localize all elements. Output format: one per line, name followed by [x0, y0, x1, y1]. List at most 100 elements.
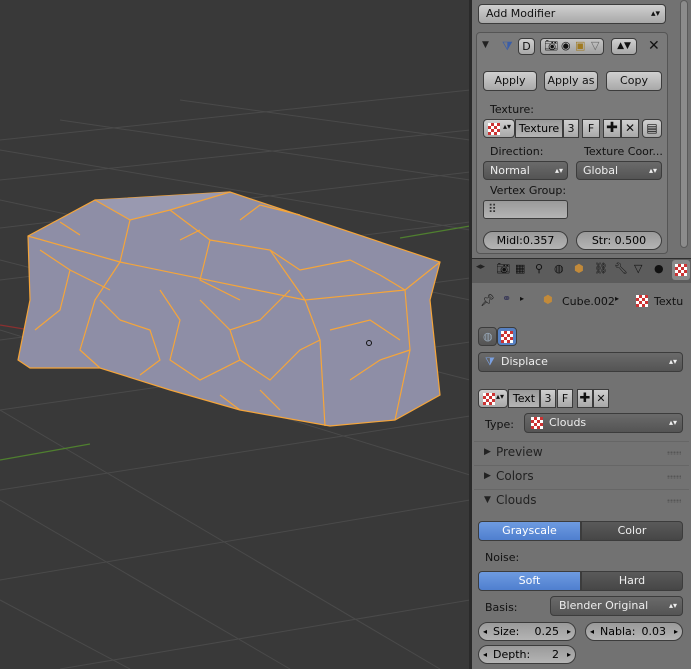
checker-texture-icon	[488, 123, 500, 135]
texture-coords-select[interactable]: Global ▴▾	[576, 161, 662, 180]
depth-field[interactable]: ◂ Depth: 2 ▸	[478, 645, 576, 664]
chevron-updown-icon: ▴▾	[495, 392, 504, 401]
drag-handle-icon[interactable]	[667, 451, 681, 455]
browse-icon[interactable]: ▤	[642, 119, 662, 138]
eye-icon[interactable]: ◉	[561, 39, 571, 52]
d-toggle[interactable]: D	[518, 38, 535, 55]
texture-browse-button[interactable]: ▴▾	[478, 389, 508, 408]
chevron-updown-icon: ▴▾	[668, 601, 677, 610]
chevron-right-icon[interactable]: ▸	[674, 623, 678, 640]
tab-expand-icon[interactable]: ◂▸	[476, 262, 485, 272]
apply-button[interactable]: Apply	[483, 71, 537, 91]
clouds-panel-header[interactable]: ▼ Clouds	[474, 489, 689, 511]
world-icon: ◍	[483, 330, 493, 343]
texture-name-field[interactable]: Text	[508, 389, 540, 408]
link-icon: ⚭	[502, 292, 512, 305]
hard-noise-toggle[interactable]: Hard	[581, 571, 683, 591]
chevron-right-icon[interactable]: ▸	[567, 646, 571, 663]
y-axis-line	[0, 443, 91, 461]
add-modifier-dropdown[interactable]: Add Modifier ▴▾	[478, 4, 666, 24]
fake-user-button[interactable]: F	[582, 119, 600, 138]
camera-icon[interactable]: 📷︎	[544, 39, 558, 52]
modifier-icon: ⧩	[485, 355, 495, 368]
soft-noise-toggle[interactable]: Soft	[478, 571, 581, 591]
move-up-down-icon[interactable]: ▲▼	[611, 38, 637, 55]
texture-name-field[interactable]: Texture	[515, 119, 563, 138]
texture-icon	[675, 264, 687, 276]
fake-user-button[interactable]: F	[557, 389, 573, 408]
drag-handle-icon[interactable]	[667, 475, 681, 479]
modifier-visibility-group: 📷︎ ◉ ▣ ▽	[540, 38, 604, 55]
editmode-icon[interactable]: ▣	[575, 39, 585, 52]
texture-users-count[interactable]: 3	[540, 389, 556, 408]
tab-texture[interactable]	[672, 260, 690, 280]
plus-icon[interactable]: ✚	[603, 119, 621, 138]
colors-heading: Colors	[496, 469, 534, 483]
checker-texture-icon	[483, 393, 495, 405]
noise-heading: Noise:	[485, 551, 520, 564]
pin-icon[interactable]: 📌︎	[480, 293, 495, 307]
direction-select[interactable]: Normal ▴▾	[483, 161, 568, 180]
chevron-updown-icon: ▴▾	[668, 357, 677, 366]
x-icon[interactable]: ✕	[593, 389, 609, 408]
chevron-updown-icon: ▴▾	[648, 166, 657, 175]
basis-label: Basis:	[485, 601, 518, 614]
nabla-field[interactable]: ◂ Nabla: 0.03 ▸	[585, 622, 683, 641]
x-icon[interactable]: ✕	[621, 119, 639, 138]
world-icon[interactable]: ◍	[554, 262, 564, 275]
scene-icon[interactable]: ⚲	[535, 262, 543, 275]
checker-texture-icon	[501, 331, 513, 343]
render-layers-icon[interactable]: ▦	[515, 262, 525, 275]
fractured-cube-mesh	[17, 191, 441, 427]
colors-panel-header[interactable]: ▶ Colors	[474, 465, 689, 487]
material-icon[interactable]: ●	[654, 262, 664, 275]
texture-type-select[interactable]: Clouds ▴▾	[524, 413, 683, 433]
close-icon[interactable]: ✕	[648, 38, 660, 54]
vertex-group-heading: Vertex Group:	[490, 184, 567, 197]
render-icon[interactable]: 📷︎	[496, 262, 510, 275]
size-field[interactable]: ◂ Size: 0.25 ▸	[478, 622, 576, 641]
midlevel-field[interactable]: Midl:0.357	[483, 231, 568, 250]
breadcrumb-texture: Textu	[654, 295, 684, 308]
displace-modifier-box	[476, 32, 668, 254]
triangle-down-icon[interactable]: ▼	[482, 40, 489, 50]
chevron-updown-icon: ▴▾	[668, 418, 677, 427]
chevron-right-icon[interactable]: ▸	[567, 623, 571, 640]
triangle-right-icon: ▶	[484, 471, 491, 481]
texture-coords-heading: Texture Coor...	[584, 145, 663, 158]
object-icon[interactable]: ⬢	[574, 262, 584, 275]
chevron-right-icon: ▸	[615, 294, 620, 303]
copy-button[interactable]: Copy	[606, 71, 662, 91]
checker-texture-icon	[531, 417, 543, 429]
chevron-left-icon[interactable]: ◂	[483, 646, 487, 663]
chevron-left-icon[interactable]: ◂	[483, 623, 487, 640]
texture-users-count[interactable]: 3	[563, 119, 579, 138]
texture-context-other[interactable]: ◍	[478, 327, 497, 346]
breadcrumb-object: Cube.002	[562, 295, 615, 308]
viewport-canvas[interactable]	[0, 0, 470, 669]
grayscale-toggle[interactable]: Grayscale	[478, 521, 581, 541]
preview-panel-header[interactable]: ▶ Preview	[474, 441, 689, 463]
scrollbar[interactable]	[680, 0, 688, 250]
texture-browse-button[interactable]: ▴▾	[483, 119, 515, 138]
chevron-left-icon[interactable]: ◂	[590, 623, 594, 640]
constraint-icon[interactable]: ⛓︎	[594, 262, 608, 275]
modifier-select[interactable]: ⧩ Displace ▴▾	[478, 352, 683, 372]
apply-as-button[interactable]: Apply as	[544, 71, 598, 91]
add-modifier-label: Add Modifier	[486, 7, 556, 20]
modifier-icon[interactable]: 🔧︎	[614, 262, 628, 275]
strength-field[interactable]: Str: 0.500	[576, 231, 662, 250]
direction-heading: Direction:	[490, 145, 544, 158]
texture-context-modifier[interactable]	[497, 327, 517, 346]
drag-handle-icon[interactable]	[667, 499, 681, 503]
data-icon[interactable]: ▽	[634, 262, 642, 275]
plus-icon[interactable]: ✚	[577, 389, 593, 408]
cage-icon[interactable]: ▽	[591, 39, 599, 52]
checker-texture-icon	[636, 295, 648, 307]
noise-basis-select[interactable]: Blender Original ▴▾	[550, 596, 683, 616]
chevron-updown-icon: ▴▾	[502, 122, 511, 131]
vertex-group-field[interactable]: ⠿	[483, 200, 568, 219]
3d-viewport[interactable]	[0, 0, 470, 669]
color-toggle[interactable]: Color	[581, 521, 683, 541]
filter-icon: ⧩	[502, 39, 513, 53]
